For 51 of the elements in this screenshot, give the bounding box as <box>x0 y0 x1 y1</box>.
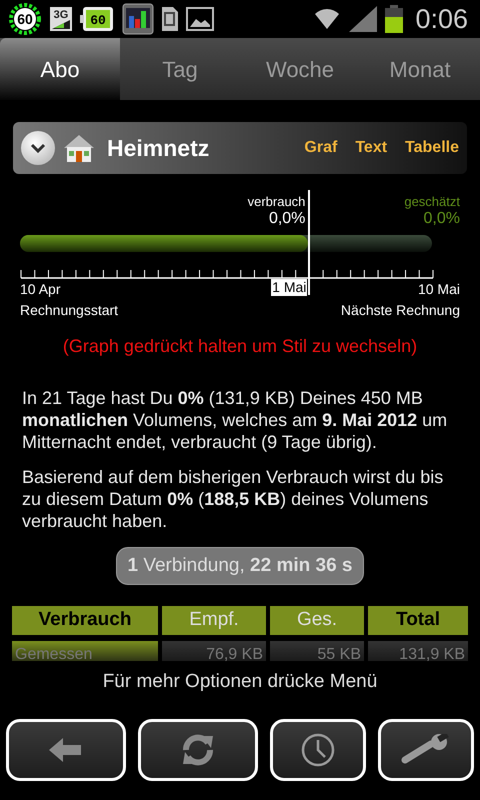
marker-value: 0,0% <box>268 209 306 229</box>
column-header: Total <box>368 606 468 634</box>
marker-label: verbrauch <box>248 193 306 211</box>
signal-icon <box>349 6 378 32</box>
ring-meter-icon: 60 <box>8 2 42 36</box>
back-button[interactable] <box>6 718 126 780</box>
column-header: Ges. <box>270 606 364 634</box>
table-cell: Gemessen <box>12 641 158 661</box>
current-date: 1 Mai <box>271 279 308 296</box>
tab[interactable]: Abo <box>0 38 120 100</box>
refresh-button[interactable] <box>138 718 258 780</box>
refresh-icon <box>180 732 216 768</box>
summary-paragraph: In 21 Tage hast Du 0% (131,9 KB) Deines 450 MB monatlichen Volumens, welches am 9. Mai 2012 um Mitternacht endet, verbraucht (9 Tage übrig). <box>21 387 448 453</box>
network-icon: 3G <box>50 7 72 31</box>
wrench-icon <box>401 734 451 766</box>
chevron-down-icon <box>30 142 46 154</box>
back-arrow-icon <box>49 736 83 762</box>
summary-paragraph: Basierend auf dem bisherigen Verbrauch wirst du bis zu diesem Datum 0% (188,5 KB) deines Volumens verbraucht haben. <box>21 466 444 532</box>
view-link[interactable]: Graf <box>304 136 338 160</box>
tab[interactable]: Tag <box>120 38 240 100</box>
start-caption: Rechnungsstart <box>20 301 118 320</box>
clock-icon <box>301 732 335 766</box>
clock-button[interactable] <box>270 718 366 780</box>
tab[interactable]: Monat <box>360 38 480 100</box>
view-link[interactable]: Tabelle <box>405 136 459 160</box>
image-icon <box>186 7 214 31</box>
table-cell: 131,9 KB <box>368 641 468 661</box>
column-header: Empf. <box>162 606 266 634</box>
column-header: Verbrauch <box>12 606 158 634</box>
start-date: 10 Apr <box>20 280 60 299</box>
sd-card-icon <box>162 7 178 31</box>
wifi-icon <box>313 7 342 31</box>
estimate-label: geschätzt <box>404 193 460 211</box>
clock-time: 0:06 <box>415 2 468 36</box>
end-caption: Nächste Rechnung <box>340 301 460 320</box>
battery-icon <box>385 5 404 33</box>
menu-hint: Für mehr Optionen drücke Menü <box>102 670 378 694</box>
battery-widget-icon: 60 <box>80 6 114 32</box>
end-date: 10 Mai <box>418 280 460 299</box>
wrench-button[interactable] <box>378 718 474 780</box>
network-name: Heimnetz <box>107 134 210 163</box>
table-cell: 55 KB <box>270 641 364 661</box>
tab[interactable]: Woche <box>240 38 360 100</box>
estimate-value: 0,0% <box>424 209 460 229</box>
view-link[interactable]: Text <box>355 136 388 160</box>
house-icon <box>63 133 95 163</box>
table-cell: 76,9 KB <box>162 641 266 661</box>
bar-chart-icon <box>122 3 154 35</box>
connection-summary: 1 Verbindung, 22 min 36 s <box>116 547 364 585</box>
dropdown-button[interactable] <box>21 131 55 165</box>
hint-text: (Graph gedrückt halten um Stil zu wechseln) <box>62 335 418 358</box>
